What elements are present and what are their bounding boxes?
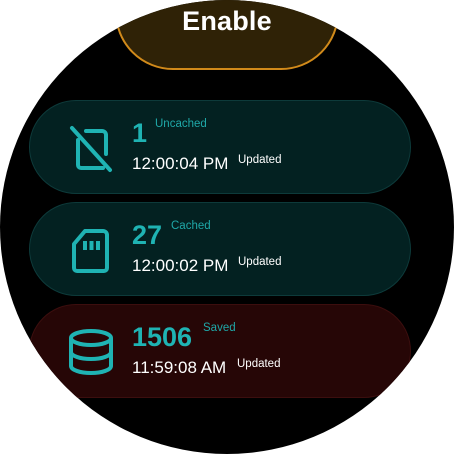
saved-label: Saved: [203, 322, 236, 334]
watch-screen: Enable 1 Uncached 12:00:04 PM Updated 27…: [0, 0, 454, 454]
cached-updated-label: Updated: [238, 256, 282, 268]
cached-card[interactable]: 27 Cached 12:00:02 PM Updated: [29, 202, 411, 296]
sd-card-off-icon: [66, 123, 116, 173]
uncached-label: Uncached: [155, 118, 207, 130]
database-icon: [66, 327, 116, 377]
uncached-count: 1: [132, 118, 148, 148]
saved-time: 11:59:08 AM: [132, 358, 227, 377]
uncached-updated-label: Updated: [238, 154, 282, 166]
cached-count: 27: [132, 220, 163, 250]
enable-button-label: Enable: [182, 6, 272, 36]
saved-card[interactable]: 1506 Saved 11:59:08 AM Updated: [29, 304, 411, 398]
cached-time: 12:00:02 PM: [132, 256, 229, 275]
enable-button[interactable]: Enable: [115, 0, 339, 70]
cached-label: Cached: [171, 220, 211, 232]
saved-count: 1506: [132, 322, 193, 352]
uncached-card[interactable]: 1 Uncached 12:00:04 PM Updated: [29, 100, 411, 194]
sd-card-icon: [66, 225, 116, 275]
uncached-time: 12:00:04 PM: [132, 154, 229, 173]
saved-updated-label: Updated: [237, 358, 281, 370]
